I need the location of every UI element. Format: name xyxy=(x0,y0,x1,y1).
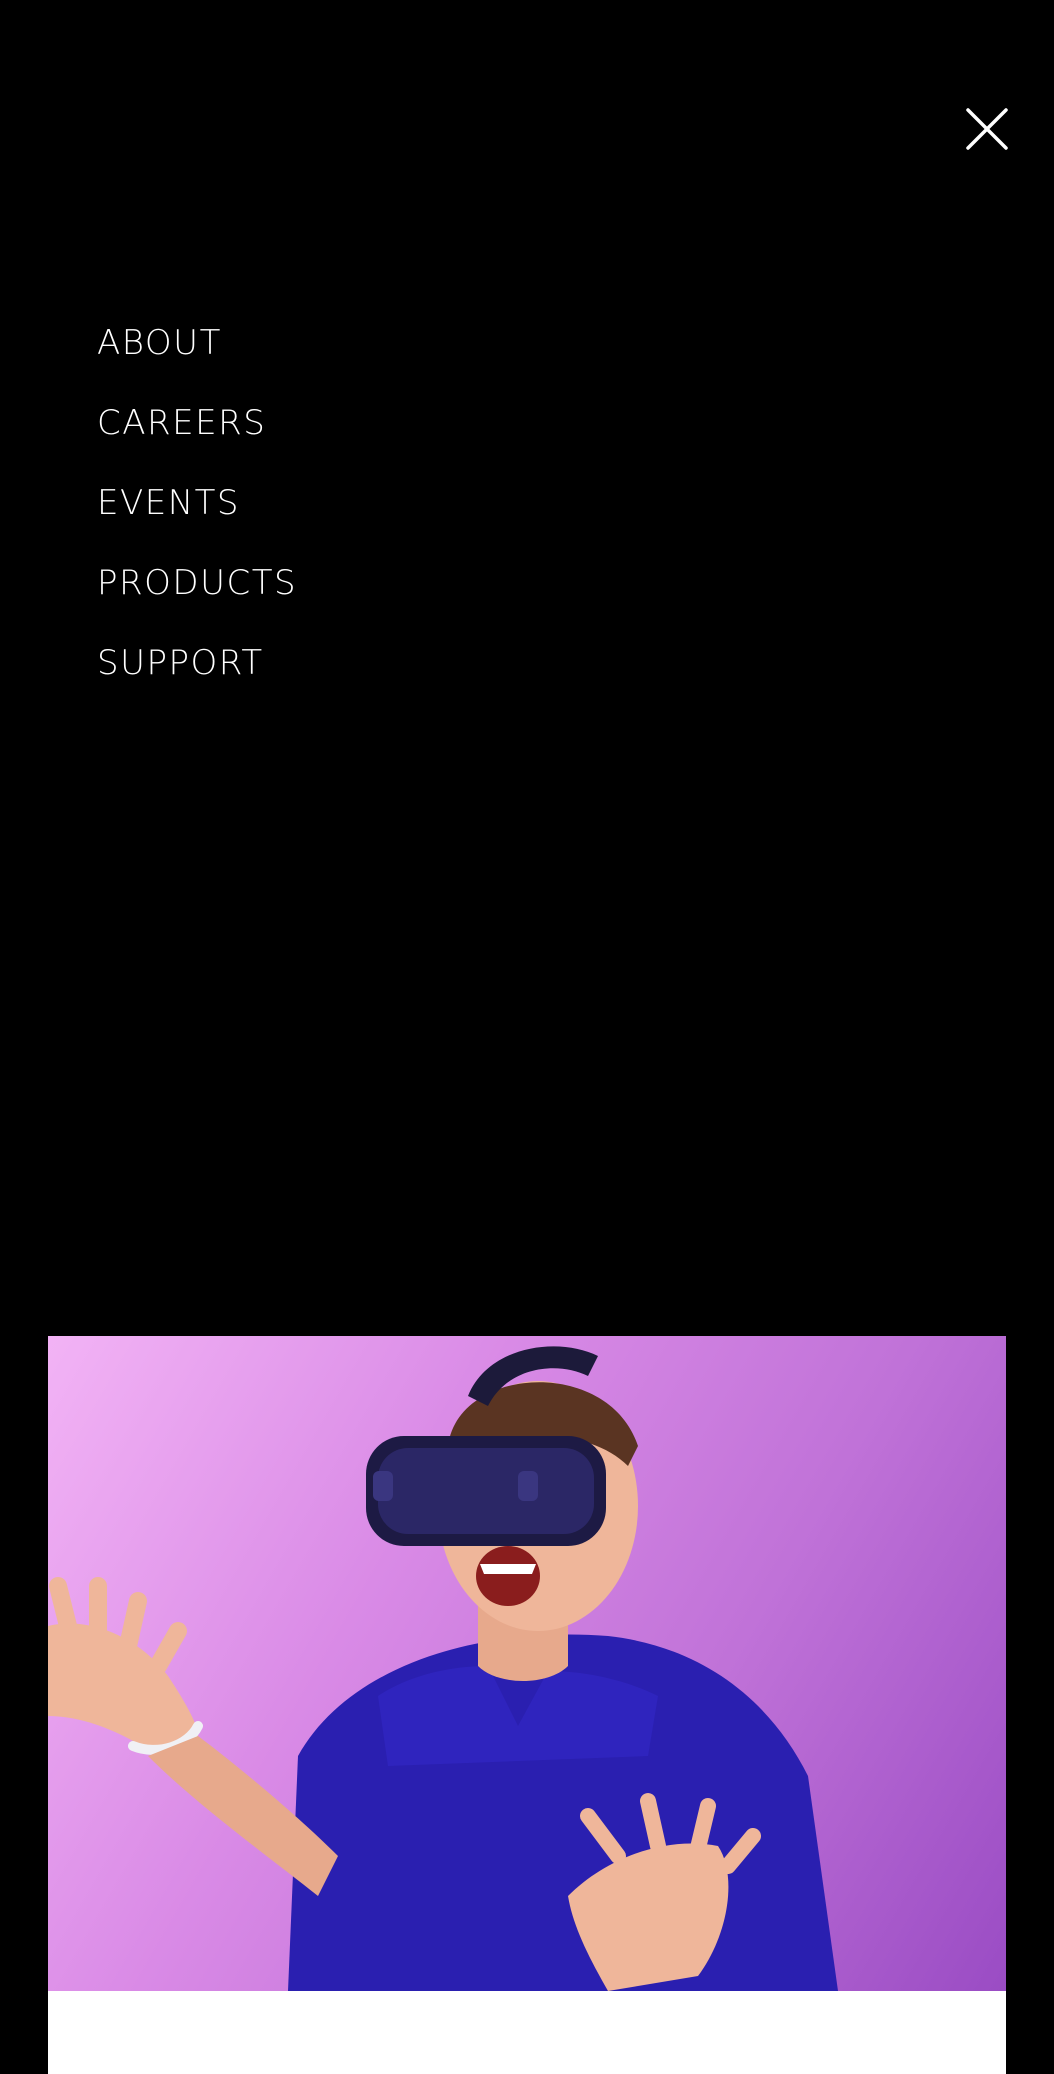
menu-link-support[interactable]: SUPPORT xyxy=(97,643,264,683)
menu-link-events[interactable]: EVENTS xyxy=(97,483,240,523)
menu-link-products[interactable]: PRODUCTS xyxy=(97,563,297,603)
menu-link-careers[interactable]: CAREERS xyxy=(97,403,266,443)
main-menu: ABOUT CAREERS EVENTS PRODUCTS SUPPORT xyxy=(97,318,297,718)
hero-image xyxy=(48,1336,1006,1991)
menu-item: PRODUCTS xyxy=(97,558,297,638)
close-icon xyxy=(966,108,1008,150)
menu-link-about[interactable]: ABOUT xyxy=(97,323,222,363)
menu-item: SUPPORT xyxy=(97,638,297,718)
vr-person-illustration xyxy=(48,1346,838,1991)
close-menu-button[interactable] xyxy=(962,104,1012,154)
content-card xyxy=(48,1991,1006,2074)
menu-item: CAREERS xyxy=(97,398,297,478)
menu-item: EVENTS xyxy=(97,478,297,558)
menu-item: ABOUT xyxy=(97,318,297,398)
